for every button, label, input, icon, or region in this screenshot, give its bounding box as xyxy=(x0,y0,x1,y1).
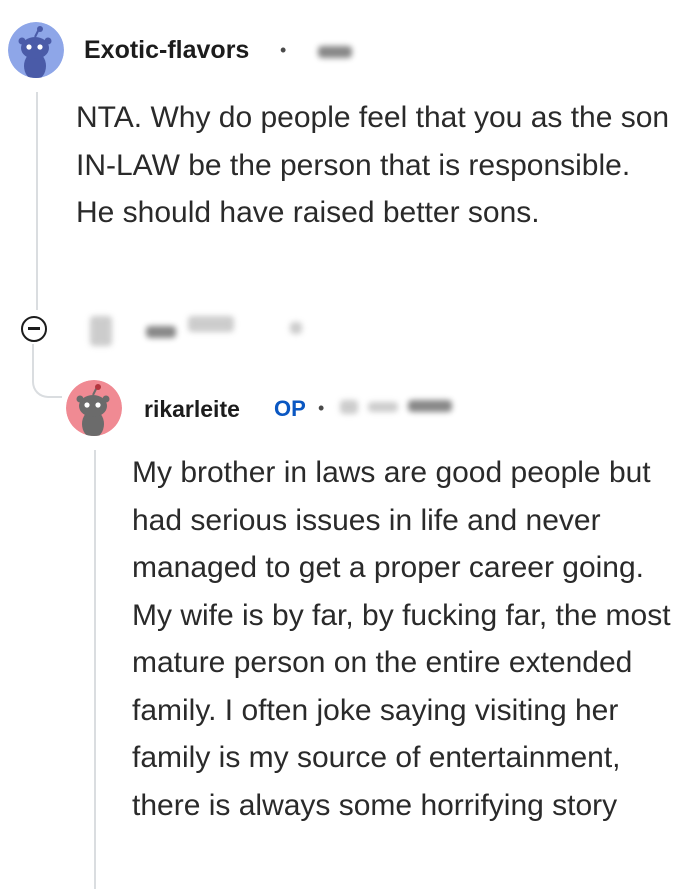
op-badge: OP xyxy=(274,396,306,421)
thread-connector xyxy=(32,344,62,398)
comment-username[interactable]: Exotic-flavors xyxy=(84,36,249,65)
avatar[interactable] xyxy=(8,22,64,78)
redacted-timestamp xyxy=(408,400,452,412)
redacted-timestamp xyxy=(318,46,352,58)
meta-separator: • xyxy=(318,398,325,418)
redacted-action xyxy=(290,322,302,334)
comment-body: NTA. Why do people feel that you as the … xyxy=(76,101,670,229)
meta-separator: • xyxy=(280,40,287,60)
minus-circle-icon[interactable] xyxy=(21,316,47,342)
snoo-avatar-icon xyxy=(8,22,64,78)
comment-username[interactable]: rikarleite xyxy=(144,396,240,423)
redacted-action xyxy=(188,316,234,332)
thread-line xyxy=(36,92,38,310)
redacted-action xyxy=(146,326,176,338)
avatar[interactable] xyxy=(66,380,122,436)
thread-line xyxy=(94,450,96,889)
comment-body: My brother in laws are good people but h… xyxy=(132,456,671,822)
redacted-timestamp xyxy=(368,402,398,412)
redacted-action xyxy=(90,316,112,346)
snoo-avatar-icon xyxy=(66,380,122,436)
redacted-timestamp xyxy=(340,400,358,414)
